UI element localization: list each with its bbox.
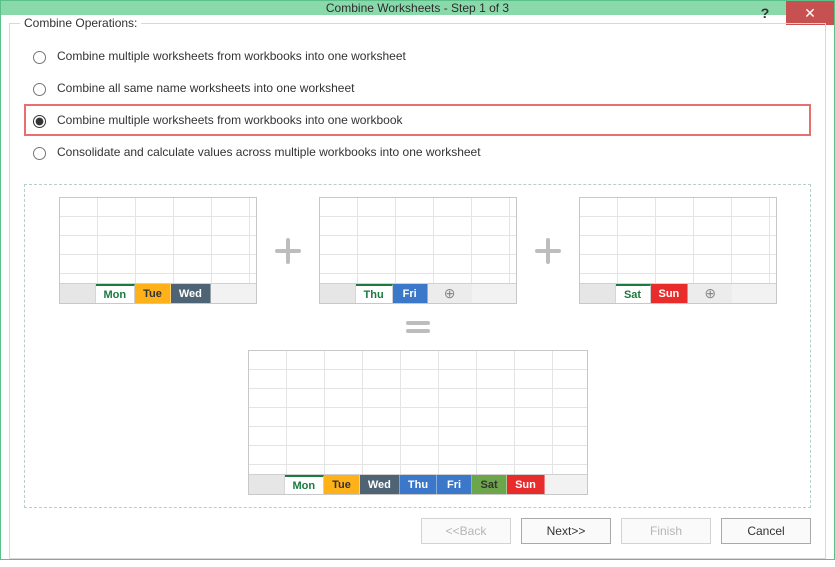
preview-area: Mon Tue Wed Thu Fri bbox=[24, 184, 811, 508]
result-workbook: Mon Tue Wed Thu Fri Sat Sun bbox=[248, 350, 588, 495]
grid-icon bbox=[320, 198, 516, 283]
dialog-window: Combine Worksheets - Step 1 of 3 ? ✕ Com… bbox=[0, 0, 835, 560]
tab-spacer bbox=[320, 284, 356, 303]
radio-input[interactable] bbox=[33, 51, 46, 64]
sheet-tab: Thu bbox=[356, 284, 393, 303]
add-sheet-tab: ⊕ bbox=[688, 284, 732, 303]
tab-spacer bbox=[249, 475, 285, 494]
radio-option-into-one-workbook[interactable]: Combine multiple worksheets from workboo… bbox=[24, 104, 811, 136]
help-button[interactable]: ? bbox=[744, 1, 786, 25]
preview-top-row: Mon Tue Wed Thu Fri bbox=[59, 197, 777, 304]
tab-strip: Mon Tue Wed Thu Fri Sat Sun bbox=[249, 474, 587, 494]
titlebar: Combine Worksheets - Step 1 of 3 ? ✕ bbox=[1, 1, 834, 15]
sheet-tab: Wed bbox=[360, 475, 400, 494]
radio-option-combine-into-one-worksheet[interactable]: Combine multiple worksheets from workboo… bbox=[24, 40, 811, 72]
radio-label: Consolidate and calculate values across … bbox=[57, 145, 481, 159]
window-title: Combine Worksheets - Step 1 of 3 bbox=[1, 1, 834, 15]
sheet-tab: Tue bbox=[135, 284, 171, 303]
source-workbook-1: Mon Tue Wed bbox=[59, 197, 257, 304]
group-title: Combine Operations: bbox=[20, 16, 141, 30]
sheet-tab: Thu bbox=[400, 475, 437, 494]
radio-input[interactable] bbox=[33, 147, 46, 160]
radio-option-consolidate[interactable]: Consolidate and calculate values across … bbox=[24, 136, 811, 168]
close-button[interactable]: ✕ bbox=[786, 1, 834, 25]
sheet-tab: Sat bbox=[616, 284, 651, 303]
tab-spacer bbox=[60, 284, 96, 303]
radio-option-same-name[interactable]: Combine all same name worksheets into on… bbox=[24, 72, 811, 104]
sheet-tab: Fri bbox=[437, 475, 472, 494]
tab-strip: Mon Tue Wed bbox=[60, 283, 256, 303]
add-sheet-tab: ⊕ bbox=[428, 284, 472, 303]
cancel-button[interactable]: Cancel bbox=[721, 518, 811, 544]
grid-icon bbox=[580, 198, 776, 283]
radio-label: Combine multiple worksheets from workboo… bbox=[57, 49, 406, 63]
sheet-tab: Sun bbox=[651, 284, 689, 303]
next-button[interactable]: Next>> bbox=[521, 518, 611, 544]
radio-label: Combine all same name worksheets into on… bbox=[57, 81, 354, 95]
sheet-tab: Mon bbox=[285, 475, 325, 494]
sheet-tab: Wed bbox=[171, 284, 211, 303]
radio-input[interactable] bbox=[33, 115, 46, 128]
sheet-tab: Fri bbox=[393, 284, 428, 303]
source-workbook-2: Thu Fri ⊕ bbox=[319, 197, 517, 304]
radio-label: Combine multiple worksheets from workboo… bbox=[57, 113, 403, 127]
tab-strip: Thu Fri ⊕ bbox=[320, 283, 516, 303]
sheet-tab: Sun bbox=[507, 475, 545, 494]
title-controls: ? ✕ bbox=[744, 1, 834, 15]
back-button: <<Back bbox=[421, 518, 511, 544]
grid-icon bbox=[60, 198, 256, 283]
dialog-body: Combine Operations: Combine multiple wor… bbox=[1, 15, 834, 567]
equals-icon bbox=[403, 312, 433, 342]
radio-list: Combine multiple worksheets from workboo… bbox=[24, 34, 811, 168]
dialog-buttons: <<Back Next>> Finish Cancel bbox=[24, 508, 811, 544]
grid-icon bbox=[249, 351, 587, 474]
source-workbook-3: Sat Sun ⊕ bbox=[579, 197, 777, 304]
finish-button: Finish bbox=[621, 518, 711, 544]
sheet-tab: Mon bbox=[96, 284, 136, 303]
sheet-tab: Sat bbox=[472, 475, 507, 494]
tab-spacer bbox=[580, 284, 616, 303]
sheet-tab: Tue bbox=[324, 475, 360, 494]
radio-input[interactable] bbox=[33, 83, 46, 96]
plus-icon bbox=[533, 236, 563, 266]
plus-icon bbox=[273, 236, 303, 266]
combine-operations-group: Combine Operations: Combine multiple wor… bbox=[9, 23, 826, 559]
tab-strip: Sat Sun ⊕ bbox=[580, 283, 776, 303]
